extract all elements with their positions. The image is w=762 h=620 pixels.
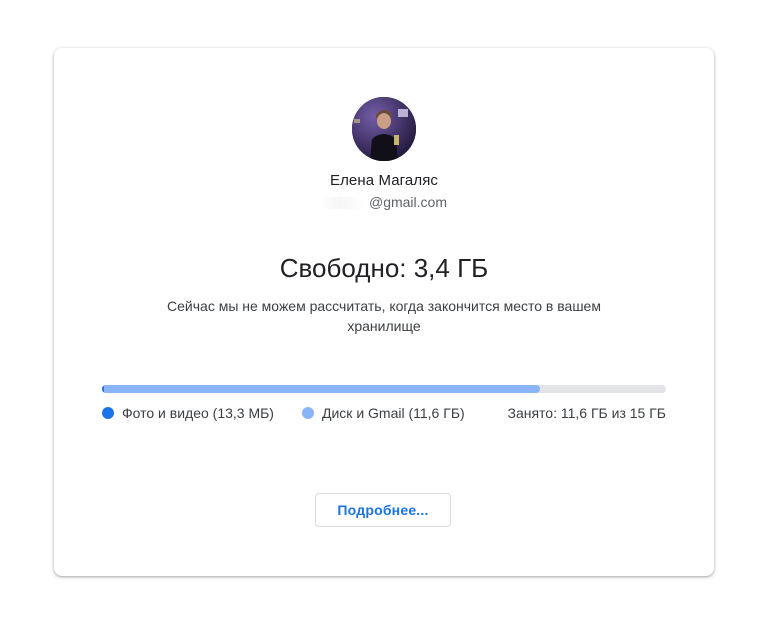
storage-progress-bar (102, 385, 666, 393)
email-domain: @gmail.com (368, 194, 447, 210)
legend-photos: Фото и видео (13,3 МБ) (102, 405, 274, 421)
details-button[interactable]: Подробнее... (315, 493, 451, 527)
legend-photos-label: Фото и видео (13,3 МБ) (122, 405, 274, 421)
photos-dot-icon (102, 407, 114, 419)
avatar (352, 97, 416, 161)
legend-drive-gmail: Диск и Gmail (11,6 ГБ) (302, 405, 465, 421)
storage-description: Сейчас мы не можем рассчитать, когда зак… (167, 298, 601, 334)
legend-drive-label: Диск и Gmail (11,6 ГБ) (322, 405, 465, 421)
free-space-title: Свободно: 3,4 ГБ (279, 253, 489, 283)
photos-usage-fill (102, 385, 104, 393)
drive-gmail-usage-fill (102, 385, 540, 393)
storage-legend: Фото и видео (13,3 МБ) Диск и Gmail (11,… (102, 405, 666, 425)
account-name: Елена Магаляс (329, 172, 439, 189)
storage-card: Елена Магаляс @gmail.com Свободно: 3,4 Г… (54, 48, 714, 576)
account-email: @gmail.com (54, 194, 714, 210)
used-total: Занято: 11,6 ГБ из 15 ГБ (507, 405, 667, 421)
drive-gmail-dot-icon (302, 407, 314, 419)
email-redaction (320, 197, 367, 210)
avatar-photo (352, 97, 416, 161)
